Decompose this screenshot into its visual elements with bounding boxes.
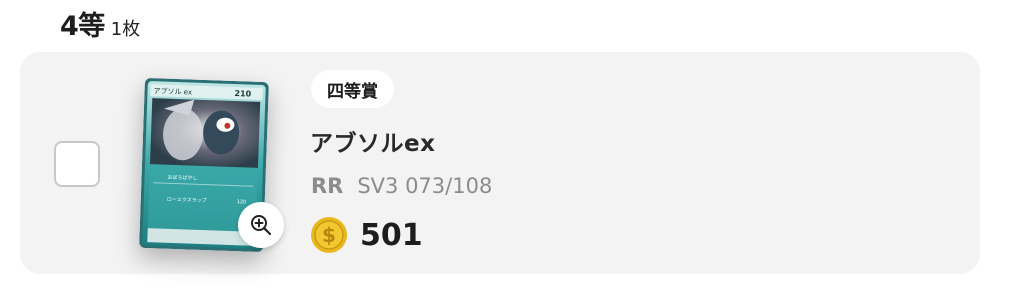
section-header: 4等 1枚 bbox=[60, 4, 140, 43]
card-art-move1: おぼろばやし bbox=[167, 174, 197, 182]
select-checkbox[interactable] bbox=[54, 141, 100, 187]
zoom-button[interactable] bbox=[238, 202, 284, 248]
rarity-label: RR bbox=[311, 174, 344, 198]
svg-text:$: $ bbox=[322, 223, 336, 247]
price-row: $ 501 bbox=[310, 216, 423, 254]
coin-icon: $ bbox=[311, 217, 347, 253]
card-art-hp: 210 bbox=[234, 89, 251, 99]
card-name: アブソルex bbox=[310, 131, 436, 157]
section-count: 1枚 bbox=[110, 19, 141, 40]
rank-badge: 四等賞 bbox=[311, 70, 394, 108]
section-title: 4等 bbox=[60, 11, 105, 42]
zoom-in-icon bbox=[251, 215, 272, 236]
card-meta: RR SV3 073/108 bbox=[311, 174, 492, 198]
set-number: SV3 073/108 bbox=[357, 174, 493, 198]
card-art-name: アブソル ex bbox=[153, 86, 192, 96]
item-card[interactable]: アブソル ex 210 おぼろばやし ローエクスラップ 120 四等賞 アブソル… bbox=[20, 52, 980, 274]
price-value: 501 bbox=[360, 217, 423, 253]
card-art-damage: 120 bbox=[237, 199, 247, 205]
